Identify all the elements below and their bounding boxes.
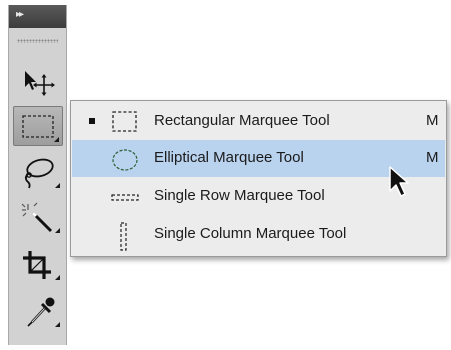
menu-item-shortcut: M bbox=[426, 112, 439, 129]
collapse-icon[interactable]: ▸▸ bbox=[16, 9, 24, 20]
panel-grip[interactable] bbox=[17, 39, 58, 43]
menu-item-label: Elliptical Marquee Tool bbox=[154, 149, 304, 166]
magic-wand-tool-button[interactable] bbox=[13, 198, 63, 236]
menu-item-label: Single Row Marquee Tool bbox=[154, 187, 325, 204]
crop-tool-button[interactable] bbox=[13, 245, 63, 283]
mouse-pointer-icon bbox=[389, 166, 409, 197]
move-tool-button[interactable] bbox=[13, 63, 63, 101]
more-tools-triangle-icon bbox=[55, 275, 60, 280]
elliptical-marquee-icon bbox=[112, 149, 138, 171]
marquee-tool-button[interactable] bbox=[13, 106, 63, 146]
menu-item-rectangular-marquee[interactable]: Rectangular Marquee Tool M bbox=[72, 103, 445, 140]
menu-item-label: Single Column Marquee Tool bbox=[154, 225, 347, 242]
menu-item-single-column-marquee[interactable]: Single Column Marquee Tool bbox=[72, 216, 445, 253]
menu-item-label: Rectangular Marquee Tool bbox=[154, 112, 330, 129]
current-tool-check-icon bbox=[89, 118, 95, 124]
more-tools-triangle-icon bbox=[54, 137, 59, 142]
menu-item-shortcut: M bbox=[426, 149, 439, 166]
single-column-marquee-icon bbox=[120, 222, 127, 251]
single-row-marquee-icon bbox=[111, 194, 139, 201]
move-icon bbox=[25, 71, 55, 96]
panel-header[interactable]: ▸▸ bbox=[9, 5, 66, 28]
rectangular-marquee-icon bbox=[112, 111, 137, 132]
tools-panel: ▸▸ bbox=[8, 5, 67, 345]
more-tools-triangle-icon bbox=[55, 228, 60, 233]
eyedropper-tool-button[interactable] bbox=[13, 292, 63, 330]
more-tools-triangle-icon bbox=[55, 183, 60, 188]
lasso-tool-button[interactable] bbox=[13, 153, 63, 191]
more-tools-triangle-icon bbox=[55, 322, 60, 327]
